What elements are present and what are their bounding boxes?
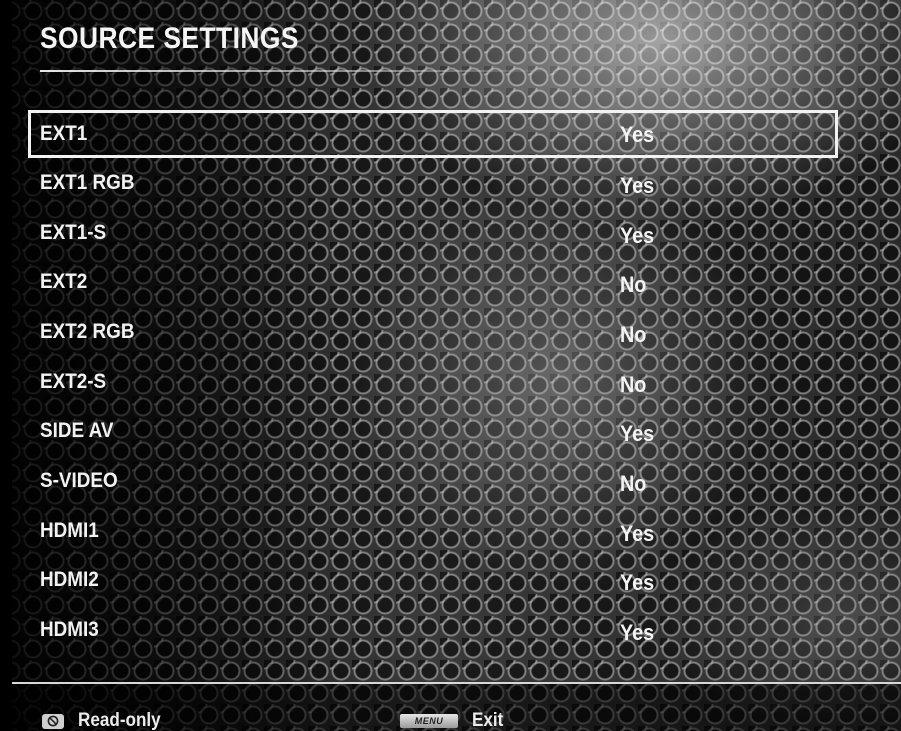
source-label: EXT2 <box>40 270 88 294</box>
source-row-hdmi2[interactable]: HDMI2 Yes <box>28 556 838 606</box>
readonly-label: Read-only <box>78 710 161 731</box>
source-row-ext2-s[interactable]: EXT2-S No <box>28 357 838 407</box>
source-value[interactable]: No <box>620 372 646 398</box>
source-label: EXT2-S <box>40 369 107 393</box>
tv-menu-screen: SOURCE SETTINGS EXT1 Yes EXT1 RGB Yes EX… <box>0 0 901 731</box>
source-value[interactable]: No <box>620 272 646 298</box>
menu-key-icon: MENU <box>400 714 458 728</box>
source-value[interactable]: Yes <box>620 521 654 547</box>
source-row-ext1[interactable]: EXT1 Yes <box>28 110 838 158</box>
exit-hint[interactable]: MENU Exit <box>400 710 507 731</box>
source-value[interactable]: No <box>620 471 646 497</box>
source-row-ext1-rgb[interactable]: EXT1 RGB Yes <box>28 158 838 208</box>
source-label: EXT1 <box>40 122 88 145</box>
source-value[interactable]: Yes <box>620 223 654 249</box>
source-value[interactable]: Yes <box>620 570 654 596</box>
source-row-hdmi1[interactable]: HDMI1 Yes <box>28 506 838 556</box>
source-row-hdmi3[interactable]: HDMI3 Yes <box>28 605 838 655</box>
source-label: EXT2 RGB <box>40 319 135 343</box>
source-row-s-video[interactable]: S-VIDEO No <box>28 456 838 506</box>
source-value[interactable]: Yes <box>620 122 654 148</box>
source-settings-list: EXT1 Yes EXT1 RGB Yes EXT1-S Yes EXT2 No… <box>28 110 838 655</box>
source-row-ext2-rgb[interactable]: EXT2 RGB No <box>28 307 838 357</box>
source-row-ext2[interactable]: EXT2 No <box>28 257 838 307</box>
source-value[interactable]: Yes <box>620 173 654 199</box>
exit-label: Exit <box>472 710 504 731</box>
source-label: HDMI1 <box>40 518 99 542</box>
source-value[interactable]: Yes <box>620 421 654 447</box>
source-label: SIDE AV <box>40 419 114 443</box>
source-label: HDMI2 <box>40 568 99 592</box>
source-value[interactable]: No <box>620 322 646 348</box>
readonly-hint: Read-only <box>42 710 170 731</box>
source-label: EXT1 RGB <box>40 170 135 194</box>
screen-bezel <box>0 0 12 731</box>
source-row-side-av[interactable]: SIDE AV Yes <box>28 406 838 456</box>
title-underline <box>40 70 560 72</box>
source-value[interactable]: Yes <box>620 620 654 646</box>
source-label: EXT1-S <box>40 220 107 244</box>
source-label: S-VIDEO <box>40 468 118 492</box>
source-label: HDMI3 <box>40 618 99 642</box>
no-entry-icon <box>42 713 64 729</box>
page-title: SOURCE SETTINGS <box>40 22 299 55</box>
source-row-ext1-s[interactable]: EXT1-S Yes <box>28 208 838 258</box>
